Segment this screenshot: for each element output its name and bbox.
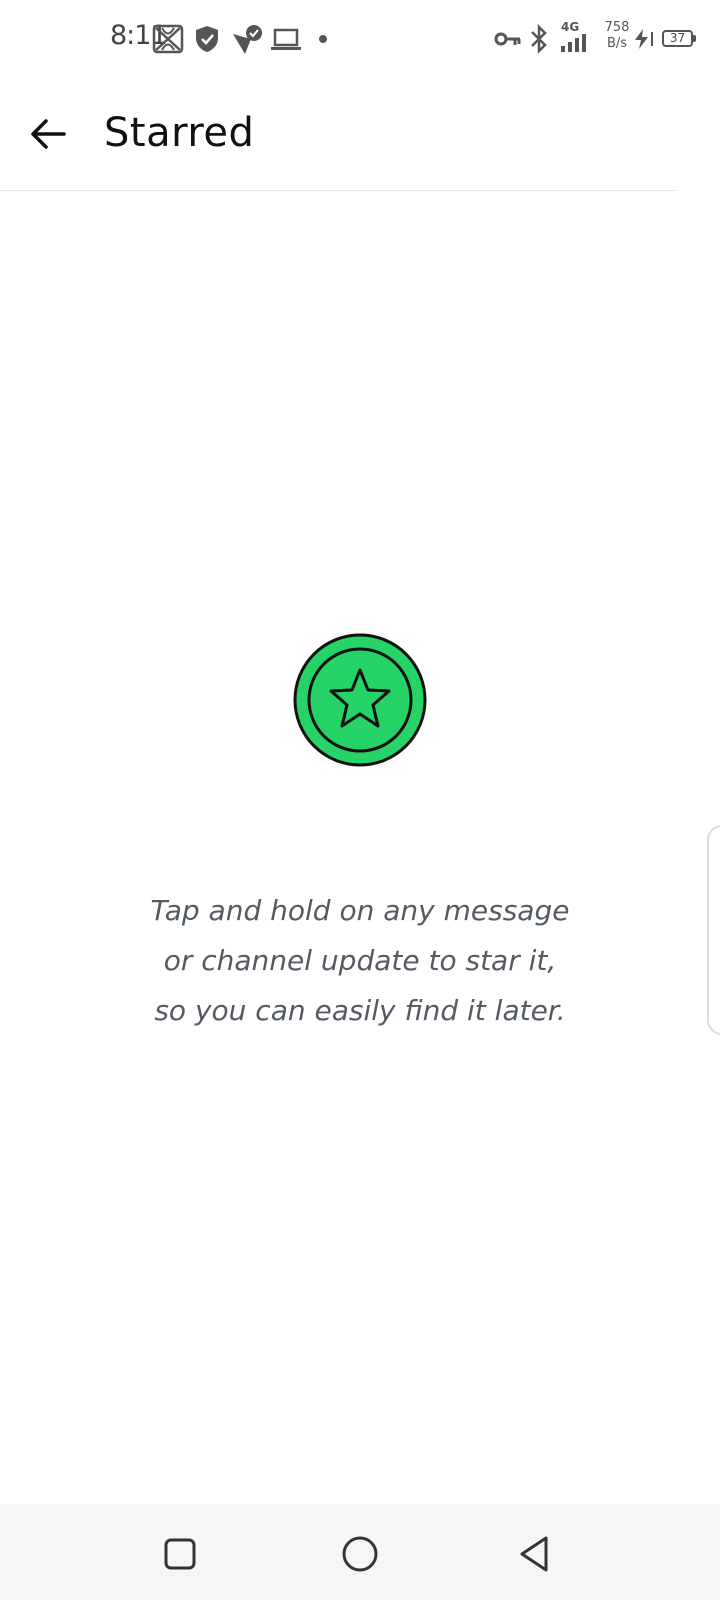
network-speed-value: 758 <box>604 20 630 35</box>
page-title: Starred <box>104 110 255 156</box>
network-type-label: 4G <box>561 20 580 34</box>
laptop-icon <box>271 28 301 50</box>
square-icon <box>164 1538 196 1570</box>
navigation-bar <box>0 1504 720 1600</box>
recents-button[interactable] <box>150 1524 210 1584</box>
triangle-back-icon <box>520 1536 548 1572</box>
bluetooth-icon <box>531 24 547 54</box>
arrow-left-icon <box>31 119 66 149</box>
network-speed: 758 B/s <box>602 20 632 52</box>
remote-icon <box>152 24 184 54</box>
home-button[interactable] <box>330 1524 390 1584</box>
battery-tip <box>693 35 696 42</box>
star-badge-icon <box>293 633 427 767</box>
circle-icon <box>342 1536 378 1572</box>
shield-icon <box>196 26 218 52</box>
signal-icon <box>561 34 586 52</box>
battery-icon: 37 <box>662 30 693 47</box>
charging-icon <box>635 29 653 49</box>
key-icon <box>494 32 521 46</box>
network-speed-unit: B/s <box>606 36 628 51</box>
back-button[interactable] <box>20 106 76 162</box>
empty-state-message: Tap and hold on any message or channel u… <box>150 894 570 1027</box>
status-bar: 8:11 4G 758 B/s 37 <box>0 0 720 80</box>
side-edge-handle[interactable] <box>707 825 720 1035</box>
vpn-check-icon <box>233 25 262 54</box>
system-back-button[interactable] <box>505 1524 565 1584</box>
toolbar: Starred <box>0 80 676 191</box>
dot-icon <box>319 35 327 43</box>
